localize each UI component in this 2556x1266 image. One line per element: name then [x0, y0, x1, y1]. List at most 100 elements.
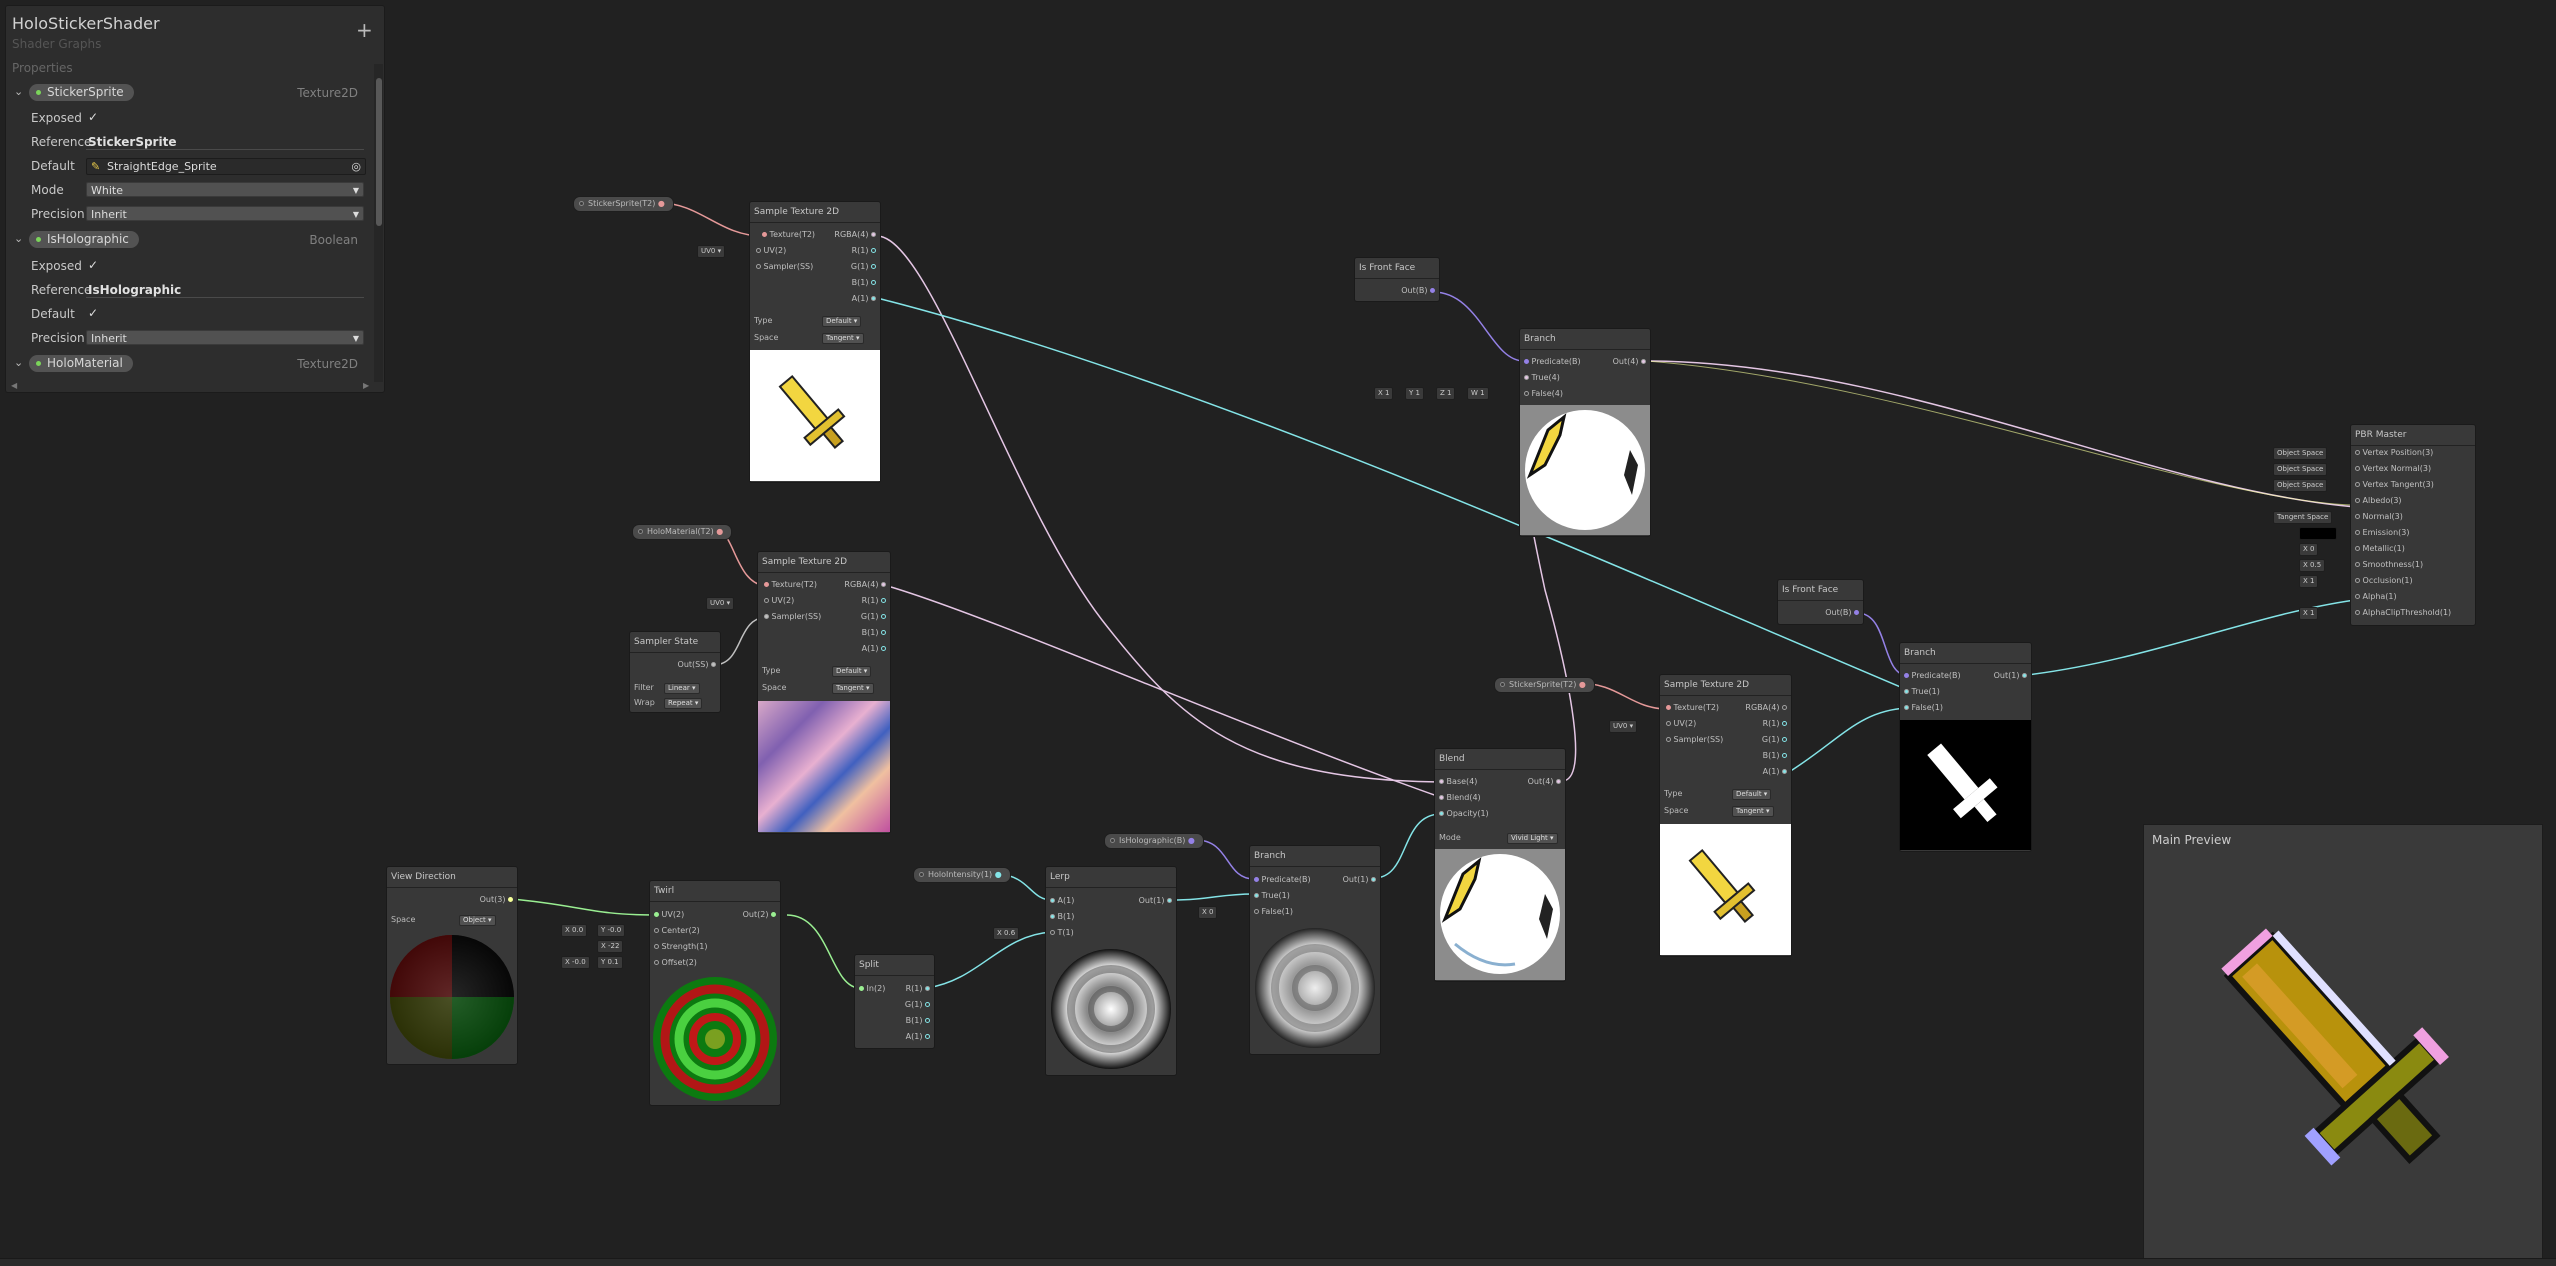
port-out[interactable]: Out(4) [1613, 357, 1646, 367]
port-rgba[interactable]: RGBA(4) [1745, 703, 1787, 713]
inline-field[interactable]: Object Space [2273, 463, 2328, 476]
port-g[interactable]: G(1) [905, 1000, 930, 1010]
port-g[interactable]: G(1) [861, 612, 886, 622]
port-out[interactable]: Out(B) [1401, 286, 1435, 296]
reference-field[interactable]: StickerSprite [88, 135, 176, 149]
port-b[interactable]: B(1) [852, 278, 876, 288]
node-branch-3[interactable]: Branch Predicate(B) True(1) False(1) Out… [1249, 845, 1381, 1055]
node-pbr-master[interactable]: PBR Master Vertex Position(3) Object Spac… [2273, 424, 2476, 626]
port-occlusion[interactable]: Occlusion(1) [2355, 576, 2413, 586]
main-preview-panel[interactable]: Main Preview [2143, 824, 2543, 1259]
port-uv[interactable]: UV(2) [654, 910, 684, 920]
port-vertex-tangent[interactable]: Vertex Tangent(3) [2355, 480, 2434, 490]
inline-field[interactable]: X 0.5 [2299, 559, 2326, 572]
node-title[interactable]: PBR Master [2351, 425, 2475, 446]
node-title[interactable]: View Direction [387, 867, 517, 888]
false-z-field[interactable]: Z 1 [1436, 387, 1456, 400]
node-sampler-state[interactable]: Sampler State Out(SS) Filter Linear ▾ Wr… [629, 631, 721, 713]
port-out[interactable]: Out(1) [1343, 875, 1376, 885]
uv-channel-dropdown[interactable]: UV0 ▾ [1609, 720, 1638, 733]
property-pill[interactable]: IsHolographic [29, 231, 139, 248]
node-title[interactable]: Is Front Face [1355, 258, 1439, 279]
port-predicate[interactable]: Predicate(B) [1904, 671, 1961, 681]
default-texture-field[interactable]: ✎ StraightEdge_Sprite ◎ [86, 158, 366, 175]
port-texture[interactable]: Texture(T2) [762, 230, 815, 240]
port-predicate[interactable]: Predicate(B) [1254, 875, 1311, 885]
node-view-direction[interactable]: View Direction Out(3) Space Object ▾ [386, 866, 518, 1065]
port-uv[interactable]: UV(2) [764, 596, 794, 606]
port-vertex-position[interactable]: Vertex Position(3) [2355, 448, 2433, 458]
port-b[interactable]: B(1) [862, 628, 886, 638]
object-picker-icon[interactable]: ◎ [351, 159, 361, 174]
port-normal[interactable]: Normal(3) [2355, 512, 2403, 522]
property-header-isholographic[interactable]: ⌄ IsHolographic Boolean [14, 231, 366, 249]
chevron-down-icon[interactable]: ⌄ [14, 232, 23, 245]
t-x-field[interactable]: X 0.6 [993, 927, 1020, 940]
port-out[interactable]: Out(3) [480, 895, 513, 905]
port-false[interactable]: False(4) [1524, 389, 1563, 399]
inline-field[interactable]: X 0 [2299, 543, 2319, 556]
false-y-field[interactable]: Y 1 [1405, 387, 1424, 400]
port-out[interactable]: Out(B) [1825, 608, 1859, 618]
node-title[interactable]: Sample Texture 2D [758, 552, 890, 573]
port-base[interactable]: Base(4) [1439, 777, 1477, 787]
port-albedo[interactable]: Albedo(3) [2355, 496, 2402, 506]
filter-dropdown[interactable]: Linear ▾ [664, 682, 700, 694]
node-is-front-face-2[interactable]: Is Front Face Out(B) [1777, 579, 1864, 625]
property-node-holointensity[interactable]: HoloIntensity(1) ● [913, 867, 1011, 883]
add-property-button[interactable]: + [356, 20, 373, 40]
property-header-holomaterial[interactable]: ⌄ HoloMaterial Texture2D [14, 355, 366, 373]
mode-dropdown[interactable]: White ▼ [86, 182, 364, 197]
port-a[interactable]: A(1) [1050, 896, 1074, 906]
exposed-checkbox[interactable]: ✓ [88, 258, 98, 272]
port-alphaclipthreshold[interactable]: AlphaClipThreshold(1) [2355, 608, 2451, 618]
node-title[interactable]: Sample Texture 2D [1660, 675, 1791, 696]
space-dropdown[interactable]: Object ▾ [459, 914, 496, 926]
property-node-stickersprite[interactable]: StickerSprite(T2) ● [573, 196, 674, 212]
node-branch-2[interactable]: Branch Predicate(B) True(1) False(1) Out… [1899, 642, 2032, 852]
port-rgba[interactable]: RGBA(4) [844, 580, 886, 590]
port-offset[interactable]: Offset(2) [654, 958, 697, 968]
port-texture[interactable]: Texture(T2) [1666, 703, 1719, 713]
port-t[interactable]: T(1) [1050, 928, 1074, 938]
port-in[interactable]: In(2) [859, 984, 885, 994]
property-pill[interactable]: StickerSprite [29, 84, 134, 101]
offset-y-field[interactable]: Y 0.1 [597, 956, 623, 969]
chevron-down-icon[interactable]: ⌄ [14, 85, 23, 98]
port-strength[interactable]: Strength(1) [654, 942, 707, 952]
port-metallic[interactable]: Metallic(1) [2355, 544, 2405, 554]
mode-dropdown[interactable]: Vivid Light ▾ [1507, 832, 1558, 844]
port-texture[interactable]: Texture(T2) [764, 580, 817, 590]
port-emission[interactable]: Emission(3) [2355, 528, 2409, 538]
node-blend[interactable]: Blend Base(4) Blend(4) Opacity(1) Out(4)… [1434, 748, 1566, 982]
port-alpha[interactable]: Alpha(1) [2355, 592, 2397, 602]
port-false[interactable]: False(1) [1254, 907, 1293, 917]
port-true[interactable]: True(4) [1524, 373, 1560, 383]
port-a[interactable]: A(1) [852, 294, 876, 304]
inline-field[interactable]: Object Space [2273, 479, 2328, 492]
node-title[interactable]: Blend [1435, 749, 1565, 770]
space-dropdown[interactable]: Tangent ▾ [1732, 805, 1774, 817]
type-dropdown[interactable]: Default ▾ [832, 665, 872, 677]
type-dropdown[interactable]: Default ▾ [1732, 788, 1772, 800]
port-out[interactable]: Out(1) [1994, 671, 2027, 681]
node-branch-1[interactable]: Branch Predicate(B) True(4) False(4) Out… [1519, 328, 1651, 537]
property-node-holomaterial[interactable]: HoloMaterial(T2) ● [632, 524, 733, 540]
port-sampler[interactable]: Sampler(SS) [764, 612, 821, 622]
uv-channel-dropdown[interactable]: UV0 ▾ [697, 245, 726, 258]
port-a[interactable]: A(1) [906, 1032, 930, 1042]
port-rgba[interactable]: RGBA(4) [834, 230, 876, 240]
port-opacity[interactable]: Opacity(1) [1439, 809, 1489, 819]
exposed-checkbox[interactable]: ✓ [88, 110, 98, 124]
port-r[interactable]: R(1) [1763, 719, 1787, 729]
property-node-isholographic[interactable]: IsHolographic(B) ● [1104, 833, 1204, 849]
node-split[interactable]: Split In(2) R(1) G(1) B(1) A(1) [854, 954, 935, 1049]
scroll-right-icon[interactable]: ▶ [363, 381, 369, 390]
type-dropdown[interactable]: Default ▾ [822, 315, 862, 327]
precision-dropdown[interactable]: Inherit ▼ [86, 206, 364, 221]
port-uv[interactable]: UV(2) [1666, 719, 1696, 729]
node-title[interactable]: Branch [1900, 643, 2031, 664]
node-title[interactable]: Lerp [1046, 867, 1176, 888]
port-vertex-normal[interactable]: Vertex Normal(3) [2355, 464, 2431, 474]
port-true[interactable]: True(1) [1904, 687, 1940, 697]
